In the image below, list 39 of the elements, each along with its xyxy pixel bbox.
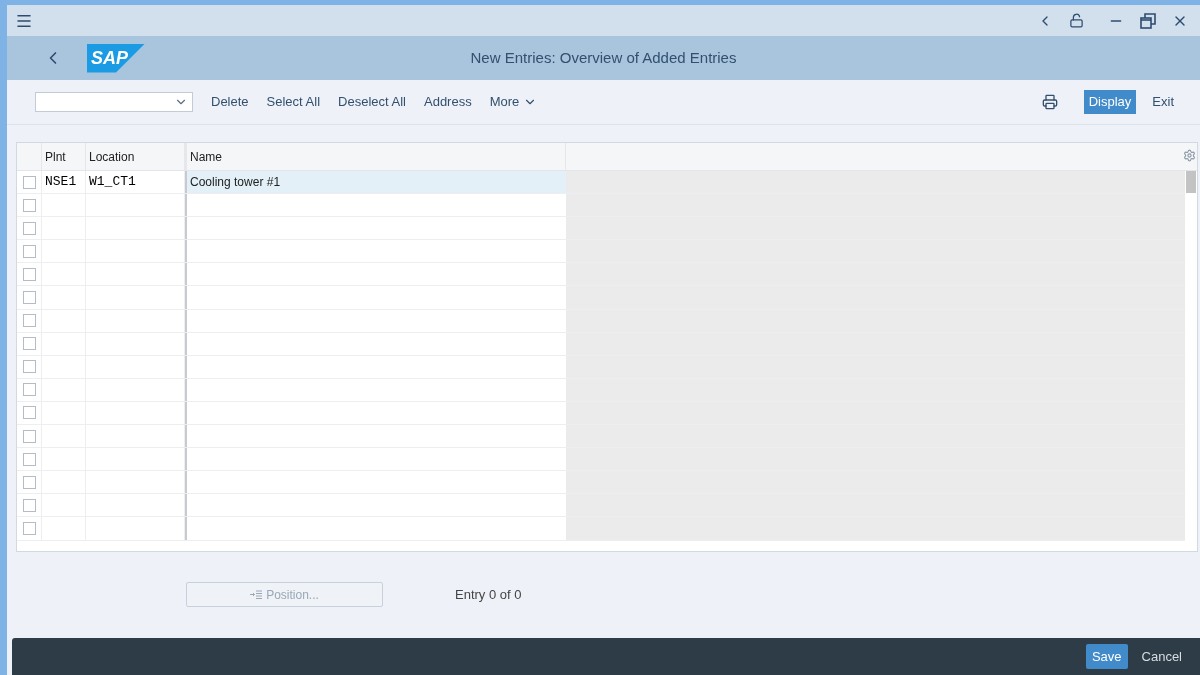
table-cell-text: Cooling tower #1 bbox=[190, 174, 281, 192]
toolbar-button[interactable]: Display bbox=[1083, 90, 1137, 114]
row-checkbox[interactable] bbox=[22, 267, 36, 281]
dropdown-field[interactable] bbox=[35, 92, 193, 112]
row-checkbox[interactable] bbox=[22, 175, 36, 189]
print-icon[interactable] bbox=[1041, 94, 1058, 110]
row-checkbox[interactable] bbox=[22, 360, 36, 374]
row-checkbox[interactable] bbox=[22, 498, 36, 512]
row-checkbox[interactable] bbox=[22, 198, 36, 212]
settings-icon[interactable] bbox=[1183, 149, 1196, 162]
list-arrow-icon bbox=[250, 590, 263, 600]
row-checkbox[interactable] bbox=[22, 337, 36, 351]
column-header[interactable]: Location bbox=[86, 143, 185, 170]
toolbar-button[interactable]: Delete bbox=[211, 92, 249, 112]
row-checkbox[interactable] bbox=[22, 221, 36, 235]
restore-icon[interactable] bbox=[1140, 12, 1156, 29]
entry-count: Entry 0 of 0 bbox=[455, 586, 522, 604]
toolbar-button[interactable]: Select All bbox=[266, 92, 321, 112]
column-header[interactable]: Plnt bbox=[42, 143, 86, 170]
row-checkbox[interactable] bbox=[22, 291, 36, 304]
row-checkbox[interactable] bbox=[22, 383, 36, 397]
footer-button[interactable]: Save bbox=[1085, 644, 1128, 669]
table-cell-text: W1_CT1 bbox=[89, 173, 136, 192]
footer-button[interactable]: Cancel bbox=[1135, 644, 1188, 669]
toolbar-button[interactable]: Exit bbox=[1146, 90, 1180, 114]
row-checkbox[interactable] bbox=[22, 314, 36, 328]
row-checkbox[interactable] bbox=[22, 406, 36, 420]
padlock-icon[interactable] bbox=[1069, 13, 1084, 28]
row-checkbox[interactable] bbox=[22, 429, 36, 443]
row-checkbox[interactable] bbox=[22, 475, 36, 489]
more-button[interactable]: More bbox=[489, 92, 538, 112]
toolbar-button[interactable]: Deselect All bbox=[338, 92, 406, 112]
toolbar-button[interactable]: Address bbox=[424, 92, 472, 112]
row-checkbox[interactable] bbox=[22, 244, 36, 258]
page-title: New Entries: Overview of Added Entries bbox=[470, 47, 737, 68]
table-cell-text: NSE1 bbox=[45, 173, 77, 192]
logo: SAP bbox=[87, 43, 145, 73]
row-checkbox[interactable] bbox=[22, 452, 36, 466]
row-checkbox[interactable] bbox=[22, 521, 36, 535]
